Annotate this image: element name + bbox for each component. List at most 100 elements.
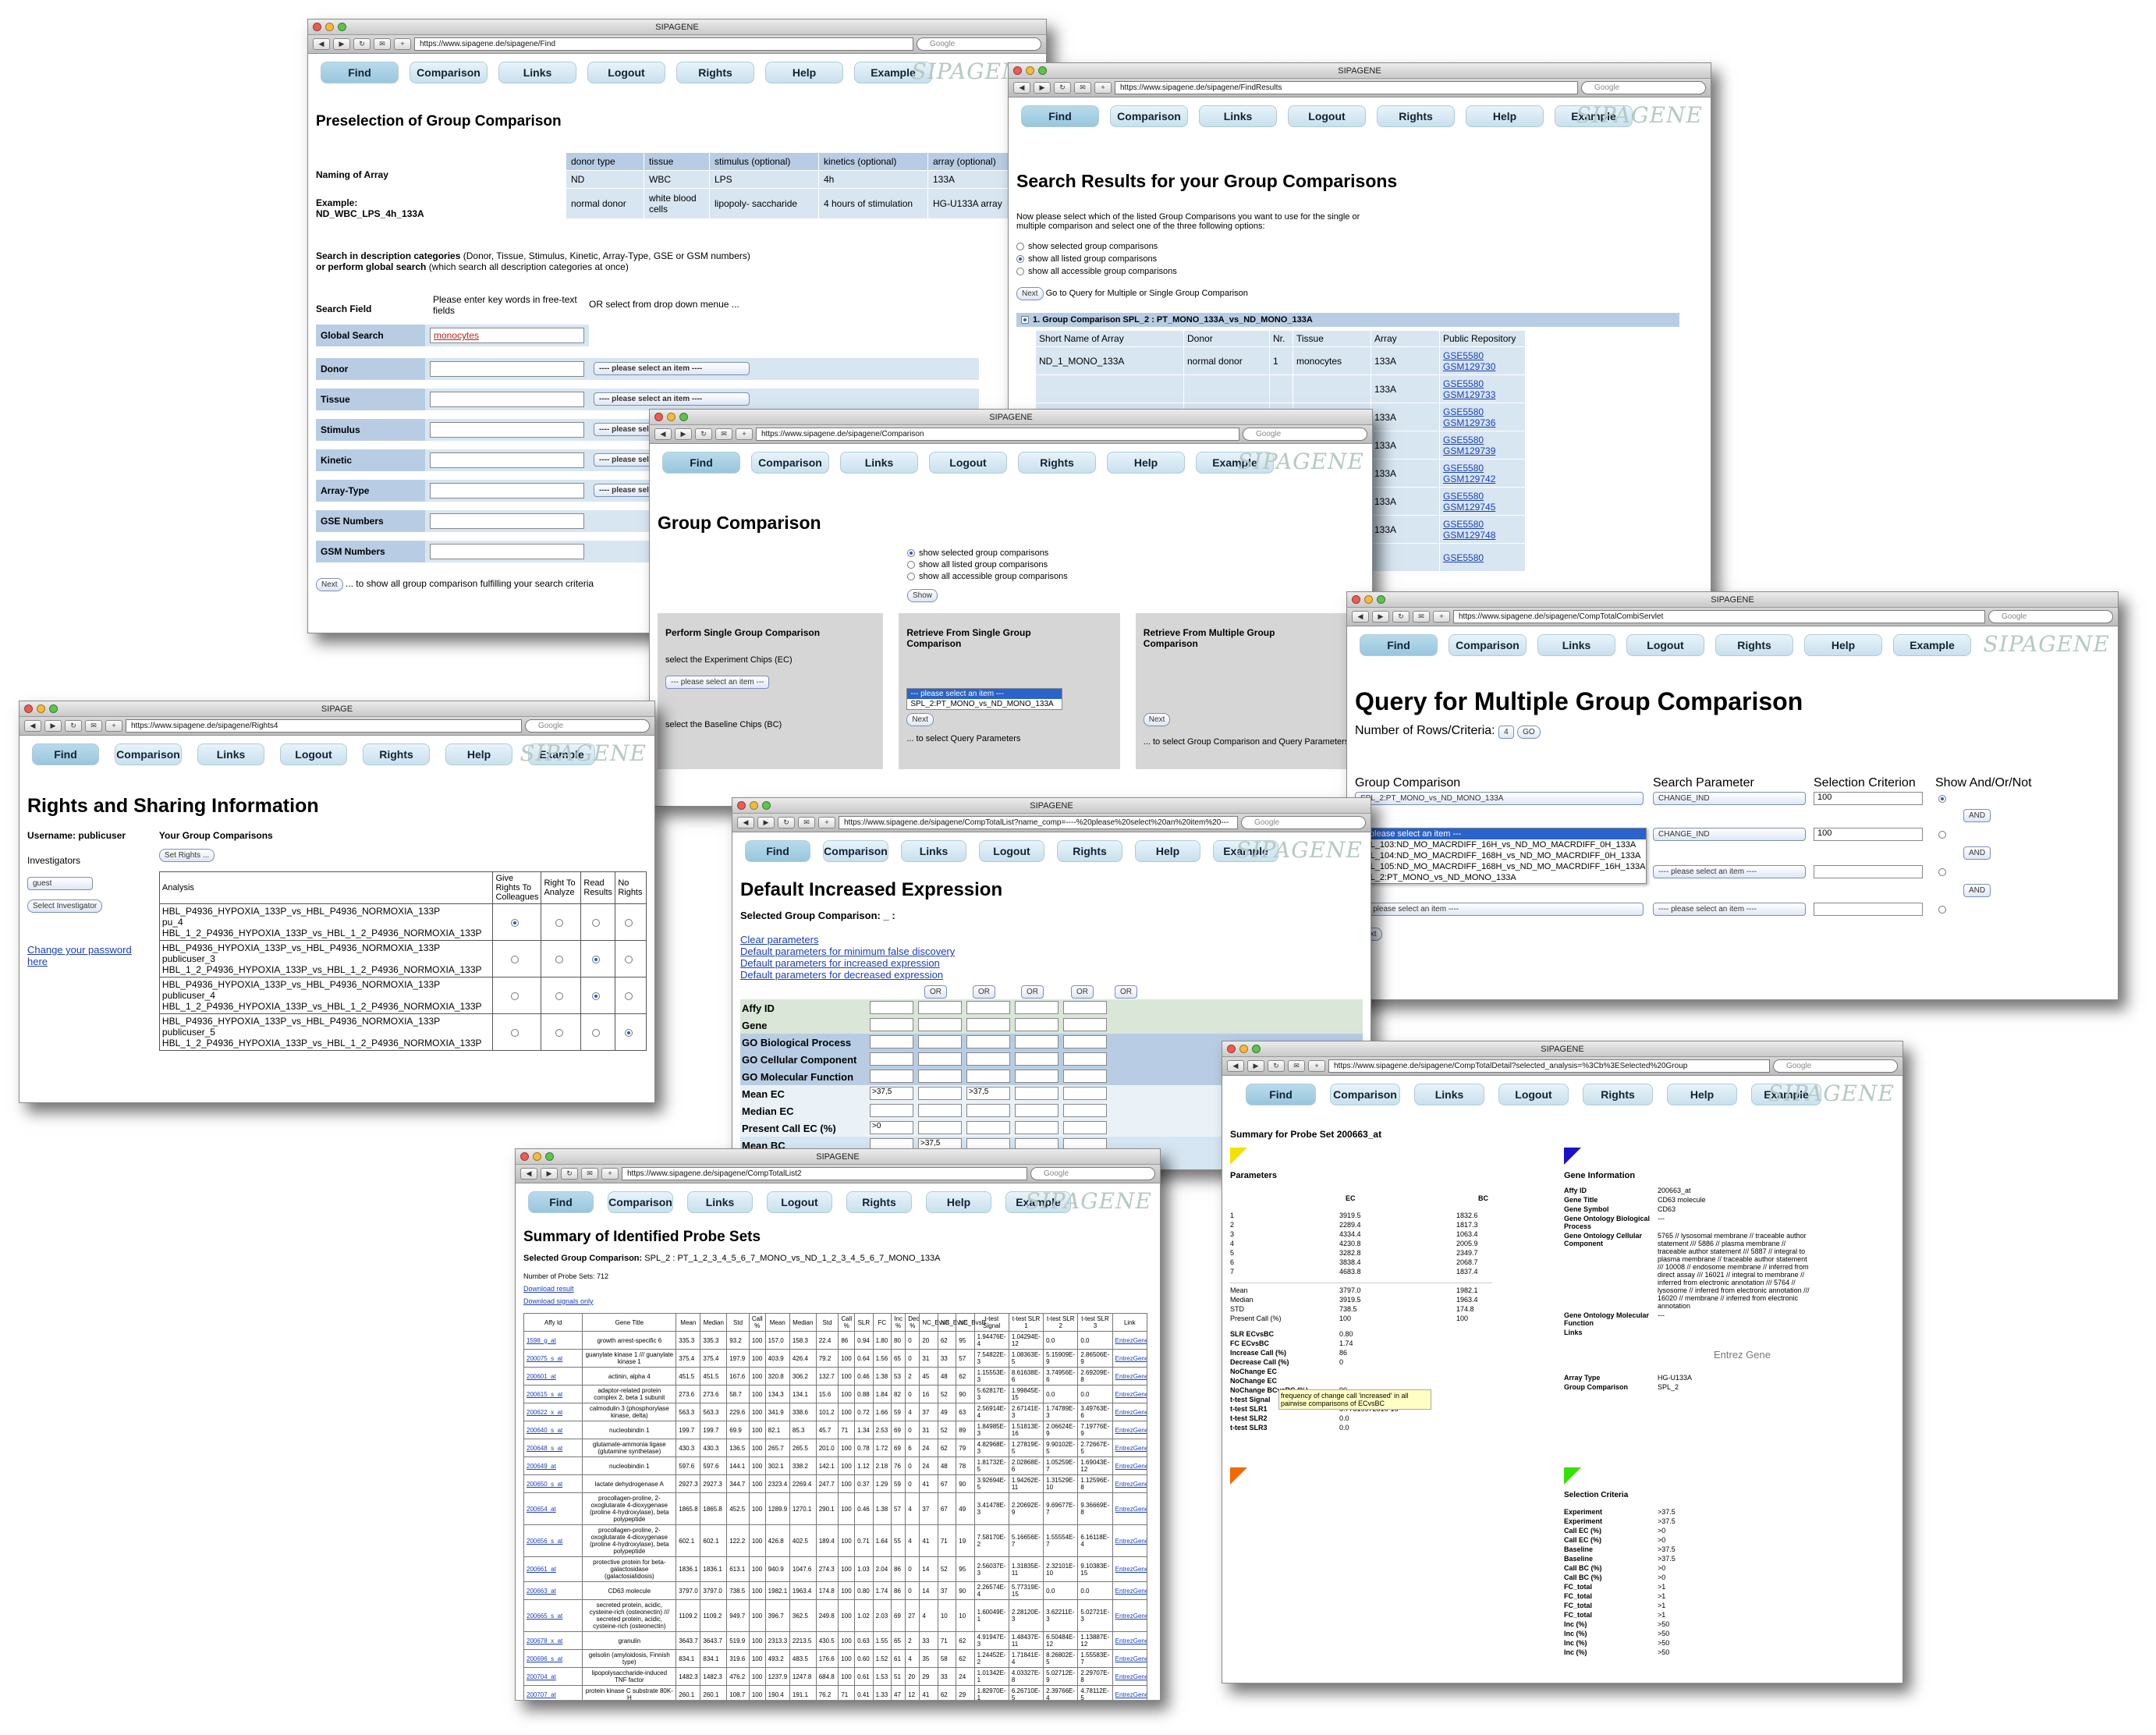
show-radio-2[interactable] (1938, 831, 1946, 839)
criterion-input-1[interactable]: 100 (1814, 792, 1923, 805)
nav-logout[interactable]: Logout (929, 452, 1007, 474)
nav-links[interactable]: Links (197, 743, 264, 765)
dropdown-option[interactable]: SPL_104:ND_MO_MACRDIFF_168H_vs_ND_MO_MAC… (1356, 850, 1646, 861)
nav-logout[interactable]: Logout (767, 1191, 832, 1213)
param-input[interactable] (1063, 1121, 1107, 1134)
url-bar[interactable]: https://www.sipagene.de/sipagene/CompTot… (1453, 610, 1985, 623)
url-bar[interactable]: https://www.sipagene.de/sipagene/Rights4 (126, 719, 522, 733)
rights-radio[interactable] (625, 992, 633, 1000)
dropdown-option[interactable]: SPL_2:PT_MONO_vs_ND_MONO_133A (1356, 872, 1646, 883)
default-link[interactable]: Default parameters for increased express… (740, 957, 1363, 969)
forward-icon[interactable]: ▶ (44, 720, 62, 732)
table-cell[interactable]: EntrezGene (1112, 1685, 1148, 1700)
google-search[interactable]: Google (917, 37, 1041, 51)
nav-comparison[interactable]: Comparison (1449, 634, 1527, 656)
global-search-input[interactable]: monocytes (430, 328, 584, 343)
nav-rights[interactable]: Rights (1715, 634, 1793, 656)
url-bar[interactable]: https://www.sipagene.de/sipagene/CompTot… (839, 816, 1238, 829)
param-input[interactable] (966, 1001, 1010, 1014)
and-select-1[interactable]: AND (1963, 809, 1991, 822)
param-input[interactable] (1063, 1052, 1107, 1066)
add-icon[interactable]: + (1094, 82, 1112, 94)
param-input[interactable] (966, 1035, 1010, 1048)
repository-link[interactable]: GSM129748 (1443, 530, 1522, 541)
nav-comparison[interactable]: Comparison (1110, 105, 1188, 127)
nav-comparison[interactable]: Comparison (608, 1191, 673, 1213)
rights-radio[interactable] (511, 1028, 519, 1037)
param-input[interactable] (918, 1087, 962, 1100)
nav-rights[interactable]: Rights (1377, 105, 1455, 127)
parameter-select-1[interactable]: CHANGE_IND (1653, 792, 1806, 805)
table-cell[interactable]: 200601_at (523, 1367, 583, 1386)
select-investigator-button[interactable]: Select Investigator (27, 899, 103, 913)
repository-link[interactable]: GSM129730 (1443, 361, 1522, 372)
back-icon[interactable]: ◀ (520, 1168, 537, 1180)
reload-icon[interactable]: ↻ (65, 720, 82, 732)
dropdown-option[interactable]: --- please select an item --- (1356, 828, 1646, 839)
repository-link[interactable]: GSE5580 (1443, 406, 1522, 417)
url-bar[interactable]: https://www.sipagene.de/sipagene/Compari… (756, 428, 1239, 441)
nav-links[interactable]: Links (498, 62, 576, 83)
nav-find[interactable]: Find (662, 452, 740, 474)
param-input[interactable] (1015, 1087, 1058, 1100)
google-search[interactable]: Google (1030, 1167, 1155, 1180)
reload-icon[interactable]: ↻ (778, 817, 795, 828)
rights-radio[interactable] (625, 955, 633, 963)
close-icon[interactable] (520, 1152, 529, 1161)
rights-radio[interactable] (555, 918, 563, 927)
table-cell[interactable]: 200678_x_at (523, 1631, 583, 1650)
or-select[interactable]: OR (973, 985, 995, 999)
param-input[interactable] (966, 1070, 1010, 1083)
option-all-listed[interactable]: show all listed group comparisons (1016, 253, 1703, 265)
show-radio-4[interactable] (1938, 906, 1946, 914)
next-button[interactable]: Next (1143, 713, 1171, 726)
repository-link[interactable]: GSE5580 (1443, 463, 1522, 474)
table-cell[interactable]: 200707_at (523, 1685, 583, 1700)
forward-icon[interactable]: ▶ (1372, 611, 1389, 623)
google-search[interactable]: Google (1581, 81, 1706, 94)
nav-logout[interactable]: Logout (979, 840, 1044, 862)
table-cell[interactable]: EntrezGene (1112, 1349, 1148, 1368)
forward-icon[interactable]: ▶ (541, 1168, 558, 1180)
repository-link[interactable]: GSE5580 (1443, 378, 1522, 389)
nav-help[interactable]: Help (926, 1191, 991, 1213)
and-select-3[interactable]: AND (1963, 884, 1991, 897)
param-input[interactable] (966, 1121, 1010, 1134)
nav-rights[interactable]: Rights (1583, 1084, 1653, 1105)
param-input[interactable] (918, 1104, 962, 1117)
field-select[interactable]: ---- please select an item ---- (594, 362, 750, 375)
table-cell[interactable]: 200661_at (523, 1556, 583, 1582)
rights-radio[interactable] (511, 918, 519, 927)
criterion-input-4[interactable] (1814, 903, 1923, 916)
forward-icon[interactable]: ▶ (1034, 82, 1051, 94)
table-cell[interactable]: EntrezGene (1112, 1599, 1148, 1632)
add-icon[interactable]: + (1308, 1060, 1325, 1072)
default-link[interactable]: Clear parameters (740, 934, 1363, 946)
next-button[interactable]: Next (316, 578, 343, 591)
close-icon[interactable] (737, 801, 746, 810)
zoom-icon[interactable] (545, 1152, 554, 1161)
add-icon[interactable]: + (1433, 611, 1450, 623)
close-icon[interactable] (654, 413, 663, 421)
field-input[interactable] (430, 513, 584, 529)
table-cell[interactable]: 200075_s_at (523, 1349, 583, 1368)
close-icon[interactable] (1352, 595, 1360, 604)
google-search[interactable]: Google (1988, 610, 2113, 623)
minimize-icon[interactable] (1239, 1045, 1248, 1053)
table-cell[interactable]: EntrezGene (1112, 1367, 1148, 1386)
param-input[interactable]: >37,5 (966, 1087, 1010, 1100)
minimize-icon[interactable] (1026, 66, 1034, 75)
minimize-icon[interactable] (1364, 595, 1373, 604)
url-bar[interactable]: https://www.sipagene.de/sipagene/FindRes… (1115, 81, 1578, 94)
parameter-select-4[interactable]: ---- please select an item ---- (1653, 903, 1806, 916)
dropdown-option[interactable]: SPL_2:PT_MONO_vs_ND_MONO_133A (907, 699, 1062, 709)
nav-find[interactable]: Find (528, 1191, 594, 1213)
google-search[interactable]: Google (1773, 1059, 1898, 1073)
nav-logout[interactable]: Logout (280, 743, 347, 765)
table-cell[interactable]: EntrezGene (1112, 1385, 1148, 1403)
nav-help[interactable]: Help (1135, 840, 1200, 862)
forward-icon[interactable]: ▶ (1247, 1060, 1264, 1072)
param-input[interactable] (1015, 1001, 1058, 1014)
repository-link[interactable]: GSM129739 (1443, 445, 1522, 456)
param-input[interactable] (966, 1052, 1010, 1066)
